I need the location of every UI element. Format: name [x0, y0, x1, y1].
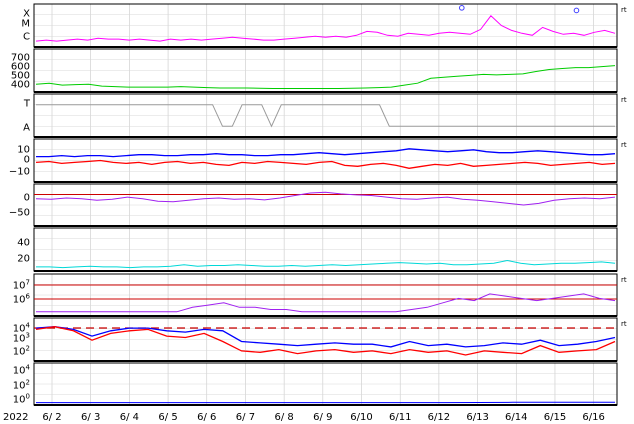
series-line [35, 326, 616, 348]
series-line [35, 65, 616, 89]
panel-bt-bz: 100−10rt [9, 138, 627, 183]
y-tick-label: 0 [24, 193, 30, 204]
x-axis-labels: 6/ 2 6/ 3 6/ 4 6/ 5 6/ 6 6/ 7 6/ 8 6/ 9 6/10 6/11… [42, 412, 605, 423]
x-tick-label: 6/14 [505, 412, 527, 423]
y-tick-label: 400 [11, 80, 30, 91]
x-tick-label: 6/ 9 [313, 412, 332, 423]
rt-marker: rt [621, 96, 627, 104]
y-tick-label: A [23, 123, 30, 134]
year-label: 2022 [3, 412, 28, 423]
rt-marker: rt [621, 276, 627, 284]
x-tick-label: 6/15 [544, 412, 566, 423]
y-tick-label: T [23, 99, 31, 110]
x-tick-label: 6/10 [350, 412, 372, 423]
y-tick-label: −10 [9, 167, 30, 178]
flare-peak-marker [458, 5, 465, 11]
y-tick-label: 102 [13, 379, 30, 392]
y-tick-label: 102 [13, 345, 30, 358]
x-tick-label: 6/ 8 [274, 412, 293, 423]
x-tick-label: 6/13 [466, 412, 488, 423]
series-line [35, 159, 616, 169]
panel-proton-flux: 104103102rt [13, 317, 627, 362]
space-weather-chart: XMCrt700600500400TArt100−10rt0−504020107… [3, 3, 627, 423]
panel-neutron: 104 102100 [13, 362, 618, 406]
y-tick-label: −50 [9, 208, 30, 219]
rt-marker: rt [621, 6, 627, 14]
panel-solar-wind-speed: 700600500400 [11, 48, 618, 93]
y-tick-label: C [23, 32, 30, 43]
y-tick-label: 0 [24, 155, 30, 166]
x-tick-label: 6/11 [389, 412, 411, 423]
panel-electron-flux: 107106 rt [13, 273, 627, 317]
y-tick-label: 20 [17, 254, 30, 265]
series-line [35, 15, 616, 42]
x-tick-label: 6/ 4 [120, 412, 139, 423]
panel-proton-density: 4020 [17, 227, 618, 272]
y-tick-label: 103 [13, 332, 30, 345]
flare-peak-marker [573, 7, 580, 14]
x-tick-label: 6/ 7 [236, 412, 255, 423]
y-tick-label: 100 [13, 393, 30, 406]
y-tick-label: M [21, 19, 30, 30]
x-tick-label: 6/12 [428, 412, 450, 423]
x-tick-label: 6/16 [582, 412, 604, 423]
rt-marker: rt [621, 141, 627, 149]
panel-dst: 0−50 [9, 183, 618, 227]
x-tick-label: 6/ 6 [197, 412, 216, 423]
x-tick-label: 6/ 3 [81, 412, 100, 423]
y-tick-label: 107 [13, 279, 30, 292]
panel-xray: XMCrt [21, 3, 627, 48]
y-tick-label: 106 [13, 293, 31, 306]
rt-marker: rt [621, 320, 627, 328]
series-line [35, 326, 616, 356]
series-line [36, 293, 616, 313]
x-tick-label: 6/ 5 [158, 412, 177, 423]
y-tick-label: 104 [13, 364, 31, 377]
panel-imf-direction: T Art [23, 93, 627, 138]
x-tick-label: 6/ 2 [42, 412, 61, 423]
panels: XMCrt700600500400TArt100−10rt0−504020107… [9, 3, 627, 406]
y-tick-label: 40 [17, 238, 30, 249]
series-line [36, 259, 616, 269]
